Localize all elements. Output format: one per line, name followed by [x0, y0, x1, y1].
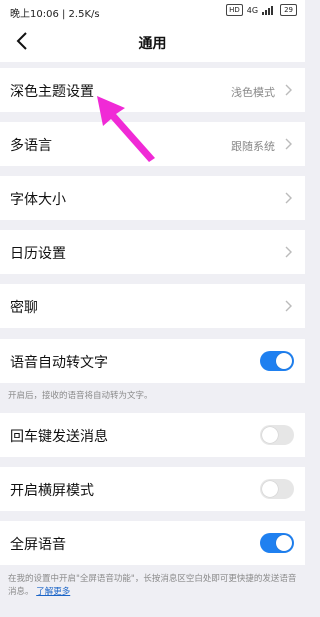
row-value: 浅色模式: [231, 86, 275, 99]
row-label: 日历设置: [10, 246, 66, 262]
enter-to-send-toggle[interactable]: [260, 425, 294, 445]
chevron-right-icon: [285, 192, 292, 204]
landscape-mode-toggle[interactable]: [260, 479, 294, 499]
page-title: 通用: [138, 36, 167, 52]
row-label: 全屏语音: [10, 537, 66, 553]
chevron-right-icon: [285, 300, 292, 312]
voice-to-text-toggle[interactable]: [260, 351, 294, 371]
row-secret-chat[interactable]: 密聊: [0, 284, 305, 328]
row-font-size[interactable]: 字体大小: [0, 176, 305, 220]
row-enter-to-send: 回车键发送消息: [0, 413, 305, 457]
fullscreen-voice-description: 在我的设置中开启"全屏语音功能"，长按消息区空白处即可更快捷的发送语音消息。 了…: [8, 573, 300, 599]
row-label: 开启横屏模式: [10, 483, 94, 499]
chevron-right-icon: [285, 138, 292, 150]
status-time-speed: 晚上10:06 | 2.5K/s: [10, 9, 100, 20]
learn-more-link[interactable]: 了解更多: [36, 587, 70, 597]
signal-icon: [262, 5, 276, 15]
fullscreen-voice-toggle[interactable]: [260, 533, 294, 553]
battery-icon: 29: [280, 4, 297, 16]
row-label: 深色主题设置: [10, 84, 94, 100]
row-voice-to-text: 语音自动转文字: [0, 339, 305, 383]
chevron-right-icon: [285, 246, 292, 258]
network-type: 4G: [246, 5, 259, 15]
nav-bar: 通用: [0, 22, 305, 62]
row-label: 语音自动转文字: [10, 355, 108, 371]
row-landscape-mode: 开启横屏模式: [0, 467, 305, 511]
row-label: 回车键发送消息: [10, 429, 108, 445]
chevron-right-icon: [285, 84, 292, 96]
row-fullscreen-voice: 全屏语音: [0, 521, 305, 565]
voice-to-text-description: 开启后，接收的语音将自动转为文字。: [8, 391, 153, 401]
status-bar: 晚上10:06 | 2.5K/s HD 4G 29: [0, 0, 305, 22]
row-value: 跟随系统: [231, 140, 275, 153]
row-label: 密聊: [10, 300, 38, 316]
hd-badge-icon: HD: [226, 4, 243, 16]
row-label: 字体大小: [10, 192, 66, 208]
row-label: 多语言: [10, 138, 52, 154]
status-icons: HD 4G 29: [226, 4, 297, 16]
row-calendar[interactable]: 日历设置: [0, 230, 305, 274]
annotation-arrow-icon: [97, 96, 155, 162]
